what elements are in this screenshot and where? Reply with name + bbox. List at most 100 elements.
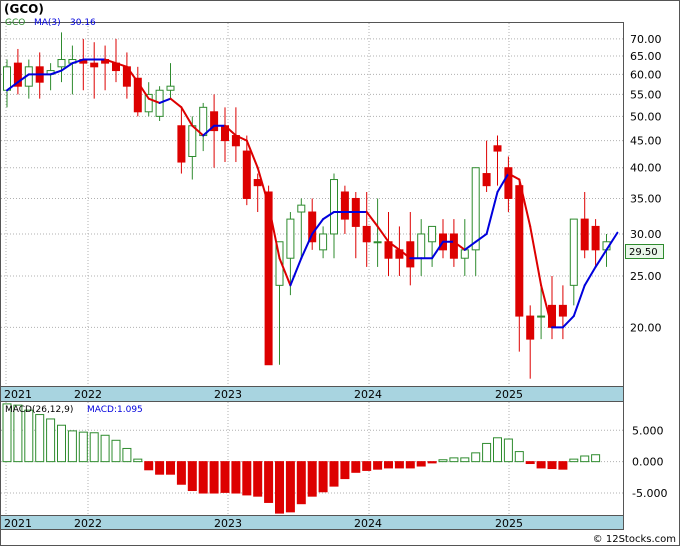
macd-bar: [231, 461, 241, 494]
macd-bar: [307, 461, 317, 497]
price-y-tick-label: 70.00: [630, 33, 662, 46]
candle-body: [3, 66, 11, 91]
macd-legend-value: MACD:1.095: [87, 405, 143, 415]
candle-body: [90, 62, 99, 68]
candle-body: [188, 125, 197, 157]
candle-body: [177, 125, 186, 163]
macd-x-year-label: 2024: [354, 517, 382, 530]
macd-bar: [24, 409, 34, 463]
macd-bar: [394, 461, 404, 469]
macd-bar: [569, 458, 579, 463]
macd-bar: [198, 461, 208, 494]
macd-bar: [405, 461, 415, 469]
candle-body: [199, 106, 208, 137]
candle-body: [515, 185, 524, 317]
macd-bar: [536, 461, 546, 469]
macd-bar: [580, 455, 590, 463]
macd-bar: [318, 461, 328, 493]
last-price-label: 29.50: [629, 247, 658, 258]
macd-bar: [78, 431, 88, 463]
macd-bar: [329, 461, 339, 487]
macd-bar: [514, 451, 524, 463]
price-y-tick-label: 45.00: [630, 135, 662, 148]
macd-bar: [220, 461, 230, 493]
candle-body: [242, 150, 251, 199]
price-y-tick-label: 40.00: [630, 162, 662, 175]
macd-bar: [340, 461, 350, 480]
price-y-tick-label: 25.00: [630, 270, 662, 283]
candle-body: [166, 85, 175, 91]
candle-body: [537, 315, 546, 318]
macd-bar: [591, 454, 601, 463]
candle-body: [460, 249, 469, 259]
price-y-tick-label: 50.00: [630, 110, 662, 123]
macd-bar: [57, 424, 66, 463]
macd-bar: [438, 459, 448, 463]
macd-bar: [482, 442, 492, 463]
candle-body: [319, 233, 328, 251]
macd-bar: [525, 461, 535, 465]
candle-body: [417, 233, 426, 259]
macd-bar: [100, 434, 110, 463]
macd-bar: [89, 432, 99, 463]
price-y-tick-label: 35.00: [630, 192, 662, 205]
candle-body: [471, 167, 480, 251]
macd-bar: [296, 461, 306, 505]
price-x-year-label: 2025: [495, 388, 523, 401]
candle-body: [330, 179, 338, 235]
price-x-year-label: 2023: [214, 388, 242, 401]
macd-bar: [187, 461, 197, 492]
candle-body: [504, 167, 513, 199]
macd-bar: [155, 461, 165, 475]
candle-body: [493, 145, 502, 152]
candle-body: [526, 315, 535, 340]
macd-bar: [35, 414, 45, 463]
macd-bar: [416, 461, 426, 467]
macd-y-tick-label: -5.000: [632, 487, 667, 500]
candle-body: [340, 191, 349, 220]
macd-y-tick-label: 0.000: [632, 456, 664, 469]
candle-body: [362, 225, 371, 243]
macd-x-year-label: 2021: [4, 517, 32, 530]
macd-bar: [122, 447, 132, 463]
price-y-tick-label: 60.00: [630, 68, 662, 81]
macd-bar: [427, 461, 437, 464]
macd-bar: [176, 461, 186, 485]
macd-bar: [384, 461, 393, 469]
macd-y-tick-label: 5.000: [632, 424, 664, 437]
candle-body: [297, 204, 306, 213]
macd-x-year-label: 2025: [495, 517, 523, 530]
macd-legend-label: MACD(26,12,9): [5, 405, 73, 415]
macd-bar: [46, 418, 56, 463]
price-x-year-label: 2022: [74, 388, 102, 401]
price-y-tick-label: 30.00: [630, 228, 662, 241]
macd-x-year-label: 2023: [214, 517, 242, 530]
price-y-tick-label: 20.00: [630, 321, 662, 334]
macd-bar: [242, 461, 252, 496]
footer-copyright: © 12Stocks.com: [593, 534, 676, 545]
macd-bar: [449, 457, 459, 463]
macd-bar: [460, 457, 470, 463]
candle-body: [482, 173, 491, 187]
candle-body: [591, 225, 600, 251]
macd-bar: [133, 458, 143, 463]
macd-bar: [253, 461, 263, 497]
macd-bar: [275, 461, 284, 514]
candle-body: [57, 59, 66, 68]
candle-body: [253, 179, 262, 187]
chart-canvas: (GCO) 70.00 65.00 60.00 55.00 50.00 45.00 40.0…: [0, 0, 680, 546]
price-legend-symbol: GCO: [5, 18, 25, 28]
macd-bar: [209, 461, 219, 494]
macd-bar: [503, 438, 513, 463]
macd-bar: [111, 439, 121, 463]
macd-bar: [166, 461, 175, 475]
candle-body: [406, 241, 415, 268]
macd-bar: [264, 461, 274, 503]
candle-body: [286, 218, 295, 259]
macd-bar: [558, 461, 568, 470]
macd-bar: [493, 437, 502, 463]
macd-x-year-label: 2022: [74, 517, 102, 530]
price-legend-ma-label: MA(3): [34, 18, 61, 28]
macd-bar: [362, 461, 372, 471]
candle-body: [558, 304, 567, 317]
